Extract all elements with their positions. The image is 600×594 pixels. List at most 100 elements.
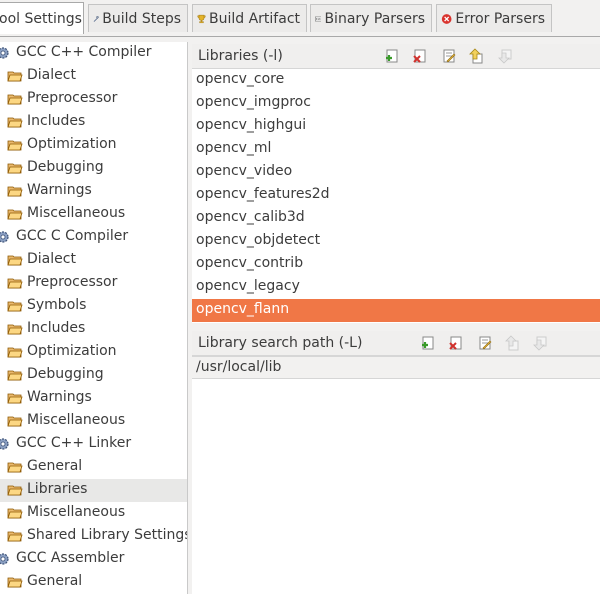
folder-icon <box>7 278 23 289</box>
tree-item-gcc-cpp-linker[interactable]: GCC C++ Linker <box>0 433 187 456</box>
add-icon[interactable] <box>420 335 436 351</box>
tree-item-label: Warnings <box>27 389 92 405</box>
tree-item-libraries[interactable]: Libraries <box>0 479 187 502</box>
tree-item-debugging[interactable]: Debugging <box>0 157 187 180</box>
tree-item-label: Miscellaneous <box>27 205 126 221</box>
list-item-label: opencv_features2d <box>196 186 330 202</box>
tree-item-label: Symbols <box>27 297 87 313</box>
search-path-header: Library search path (-L) <box>192 331 600 356</box>
tab-label: ool Settings <box>0 10 82 27</box>
move-up-icon[interactable] <box>468 48 484 64</box>
folder-icon <box>7 370 23 381</box>
tab-error-parsers[interactable]: Error Parsers <box>436 4 552 32</box>
tree-item-dialect[interactable]: Dialect <box>0 65 187 88</box>
libraries-header: Libraries (-l) <box>192 44 600 69</box>
tree-item-includes[interactable]: Includes <box>0 318 187 341</box>
list-item[interactable]: opencv_core <box>192 69 600 92</box>
tree-item-label: General <box>27 573 83 589</box>
tab-label: Binary Parsers <box>324 10 425 27</box>
tab-label: Build Artifact <box>209 10 300 27</box>
gear-icon <box>0 47 9 59</box>
list-item[interactable]: opencv_contrib <box>192 253 600 276</box>
tree-item-warnings[interactable]: Warnings <box>0 180 187 203</box>
folder-icon <box>7 531 23 542</box>
svg-text:010: 010 <box>316 17 321 21</box>
tree-item-general[interactable]: General <box>0 571 187 594</box>
error-icon <box>441 13 452 24</box>
tree-item-dialect[interactable]: Dialect <box>0 249 187 272</box>
tree-item-miscellaneous[interactable]: Miscellaneous <box>0 410 187 433</box>
list-item-label: opencv_objdetect <box>196 232 321 248</box>
gear-icon <box>0 553 9 565</box>
tree-item-preprocessor[interactable]: Preprocessor <box>0 272 187 295</box>
tree-item-label: Preprocessor <box>27 274 118 290</box>
tree-item-label: GCC Assembler <box>16 550 125 566</box>
tab-build-artifact[interactable]: Build Artifact <box>192 4 307 32</box>
tree-item-optimization[interactable]: Optimization <box>0 134 187 157</box>
list-item-label: opencv_calib3d <box>196 209 305 225</box>
delete-icon[interactable] <box>448 335 464 351</box>
tab-bar: ool Settings Build Steps Build Artifact … <box>0 0 600 37</box>
tree-item-warnings[interactable]: Warnings <box>0 387 187 410</box>
list-item-label: opencv_legacy <box>196 278 300 294</box>
list-item-label: opencv_core <box>196 71 285 87</box>
search-path-list: /usr/local/lib <box>192 356 600 594</box>
tab-binary-parsers[interactable]: 010 Binary Parsers <box>310 4 432 32</box>
tree-item-label: Miscellaneous <box>27 412 126 428</box>
folder-icon <box>7 462 23 473</box>
tab-tool-settings[interactable]: ool Settings <box>0 2 84 34</box>
list-item[interactable]: opencv_legacy <box>192 276 600 299</box>
gear-icon <box>0 231 9 243</box>
tree-item-label: Debugging <box>27 366 104 382</box>
tree-item-label: Libraries <box>27 481 88 497</box>
trophy-icon <box>197 14 206 23</box>
folder-icon <box>7 163 23 174</box>
list-item[interactable]: opencv_ml <box>192 138 600 161</box>
move-down-icon[interactable] <box>532 335 548 351</box>
edit-icon[interactable] <box>441 48 457 64</box>
folder-icon <box>7 508 23 519</box>
list-item[interactable]: opencv_calib3d <box>192 207 600 230</box>
tree-item-label: Dialect <box>27 251 76 267</box>
tree-item-general[interactable]: General <box>0 456 187 479</box>
tree-item-label: Preprocessor <box>27 90 118 106</box>
list-item[interactable]: opencv_imgproc <box>192 92 600 115</box>
list-item[interactable]: opencv_video <box>192 161 600 184</box>
tree-item-miscellaneous[interactable]: Miscellaneous <box>0 502 187 525</box>
tree-item-symbols[interactable]: Symbols <box>0 295 187 318</box>
libraries-title: Libraries (-l) <box>198 48 283 64</box>
folder-icon <box>7 255 23 266</box>
edit-icon[interactable] <box>477 335 493 351</box>
list-item[interactable]: opencv_features2d <box>192 184 600 207</box>
folder-icon <box>7 393 23 404</box>
add-icon[interactable] <box>384 48 400 64</box>
tree-item-miscellaneous[interactable]: Miscellaneous <box>0 203 187 226</box>
tab-label: Error Parsers <box>455 10 545 27</box>
folder-icon <box>7 577 23 588</box>
tree-item-includes[interactable]: Includes <box>0 111 187 134</box>
tree-item-label: GCC C Compiler <box>16 228 129 244</box>
tree-item-label: GCC C++ Compiler <box>16 44 152 60</box>
tree-item-gcc-assembler[interactable]: GCC Assembler <box>0 548 187 571</box>
list-item-label: opencv_highgui <box>196 117 307 133</box>
list-item[interactable]: opencv_objdetect <box>192 230 600 253</box>
tree-item-gcc-c-compiler[interactable]: GCC C Compiler <box>0 226 187 249</box>
move-up-icon[interactable] <box>504 335 520 351</box>
tree-item-gcc-cpp-compiler[interactable]: GCC C++ Compiler <box>0 42 187 65</box>
list-item[interactable]: /usr/local/lib <box>192 356 600 379</box>
tree-item-label: Debugging <box>27 159 104 175</box>
libraries-list: opencv_core opencv_imgproc opencv_highgu… <box>192 69 600 323</box>
list-item-selected[interactable]: opencv_flann <box>192 299 600 322</box>
delete-icon[interactable] <box>412 48 428 64</box>
tree-item-label: Optimization <box>27 136 117 152</box>
tree-item-label: Shared Library Settings <box>27 527 188 543</box>
list-item-label: opencv_imgproc <box>196 94 311 110</box>
tab-build-steps[interactable]: Build Steps <box>88 4 188 32</box>
move-down-icon[interactable] <box>497 48 513 64</box>
list-item[interactable]: opencv_highgui <box>192 115 600 138</box>
tree-item-shared-library-settings[interactable]: Shared Library Settings <box>0 525 187 548</box>
tree-item-optimization[interactable]: Optimization <box>0 341 187 364</box>
gear-icon <box>0 438 9 450</box>
tree-item-debugging[interactable]: Debugging <box>0 364 187 387</box>
tree-item-preprocessor[interactable]: Preprocessor <box>0 88 187 111</box>
